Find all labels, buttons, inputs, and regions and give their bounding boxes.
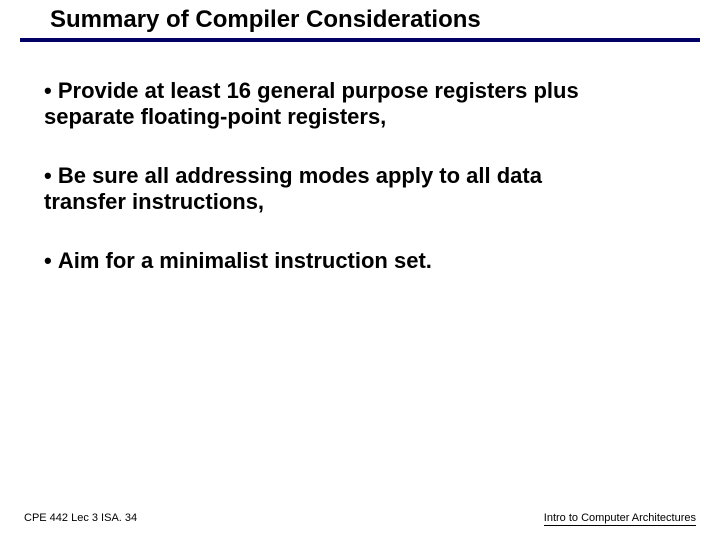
- bullet-item: • Provide at least 16 general purpose re…: [44, 78, 604, 131]
- title-wrap: Summary of Compiler Considerations: [0, 0, 720, 34]
- slide-title: Summary of Compiler Considerations: [50, 6, 720, 34]
- footer-right: Intro to Computer Architectures: [544, 512, 696, 524]
- bullet-dot-icon: •: [44, 163, 58, 188]
- bullet-text: Be sure all addressing modes apply to al…: [44, 163, 542, 214]
- footer: CPE 442 Lec 3 ISA. 34 Intro to Computer …: [24, 512, 696, 524]
- bullet-text: Provide at least 16 general purpose regi…: [44, 78, 579, 129]
- slide: Summary of Compiler Considerations • Pro…: [0, 0, 720, 540]
- footer-left: CPE 442 Lec 3 ISA. 34: [24, 512, 137, 524]
- bullet-dot-icon: •: [44, 248, 58, 273]
- bullet-text: Aim for a minimalist instruction set.: [58, 248, 432, 273]
- bullet-item: • Aim for a minimalist instruction set.: [44, 248, 604, 274]
- bullet-item: • Be sure all addressing modes apply to …: [44, 163, 604, 216]
- title-rule: [20, 38, 700, 42]
- slide-body: • Provide at least 16 general purpose re…: [44, 78, 676, 306]
- footer-right-text: Intro to Computer Architectures: [544, 512, 696, 526]
- bullet-dot-icon: •: [44, 78, 58, 103]
